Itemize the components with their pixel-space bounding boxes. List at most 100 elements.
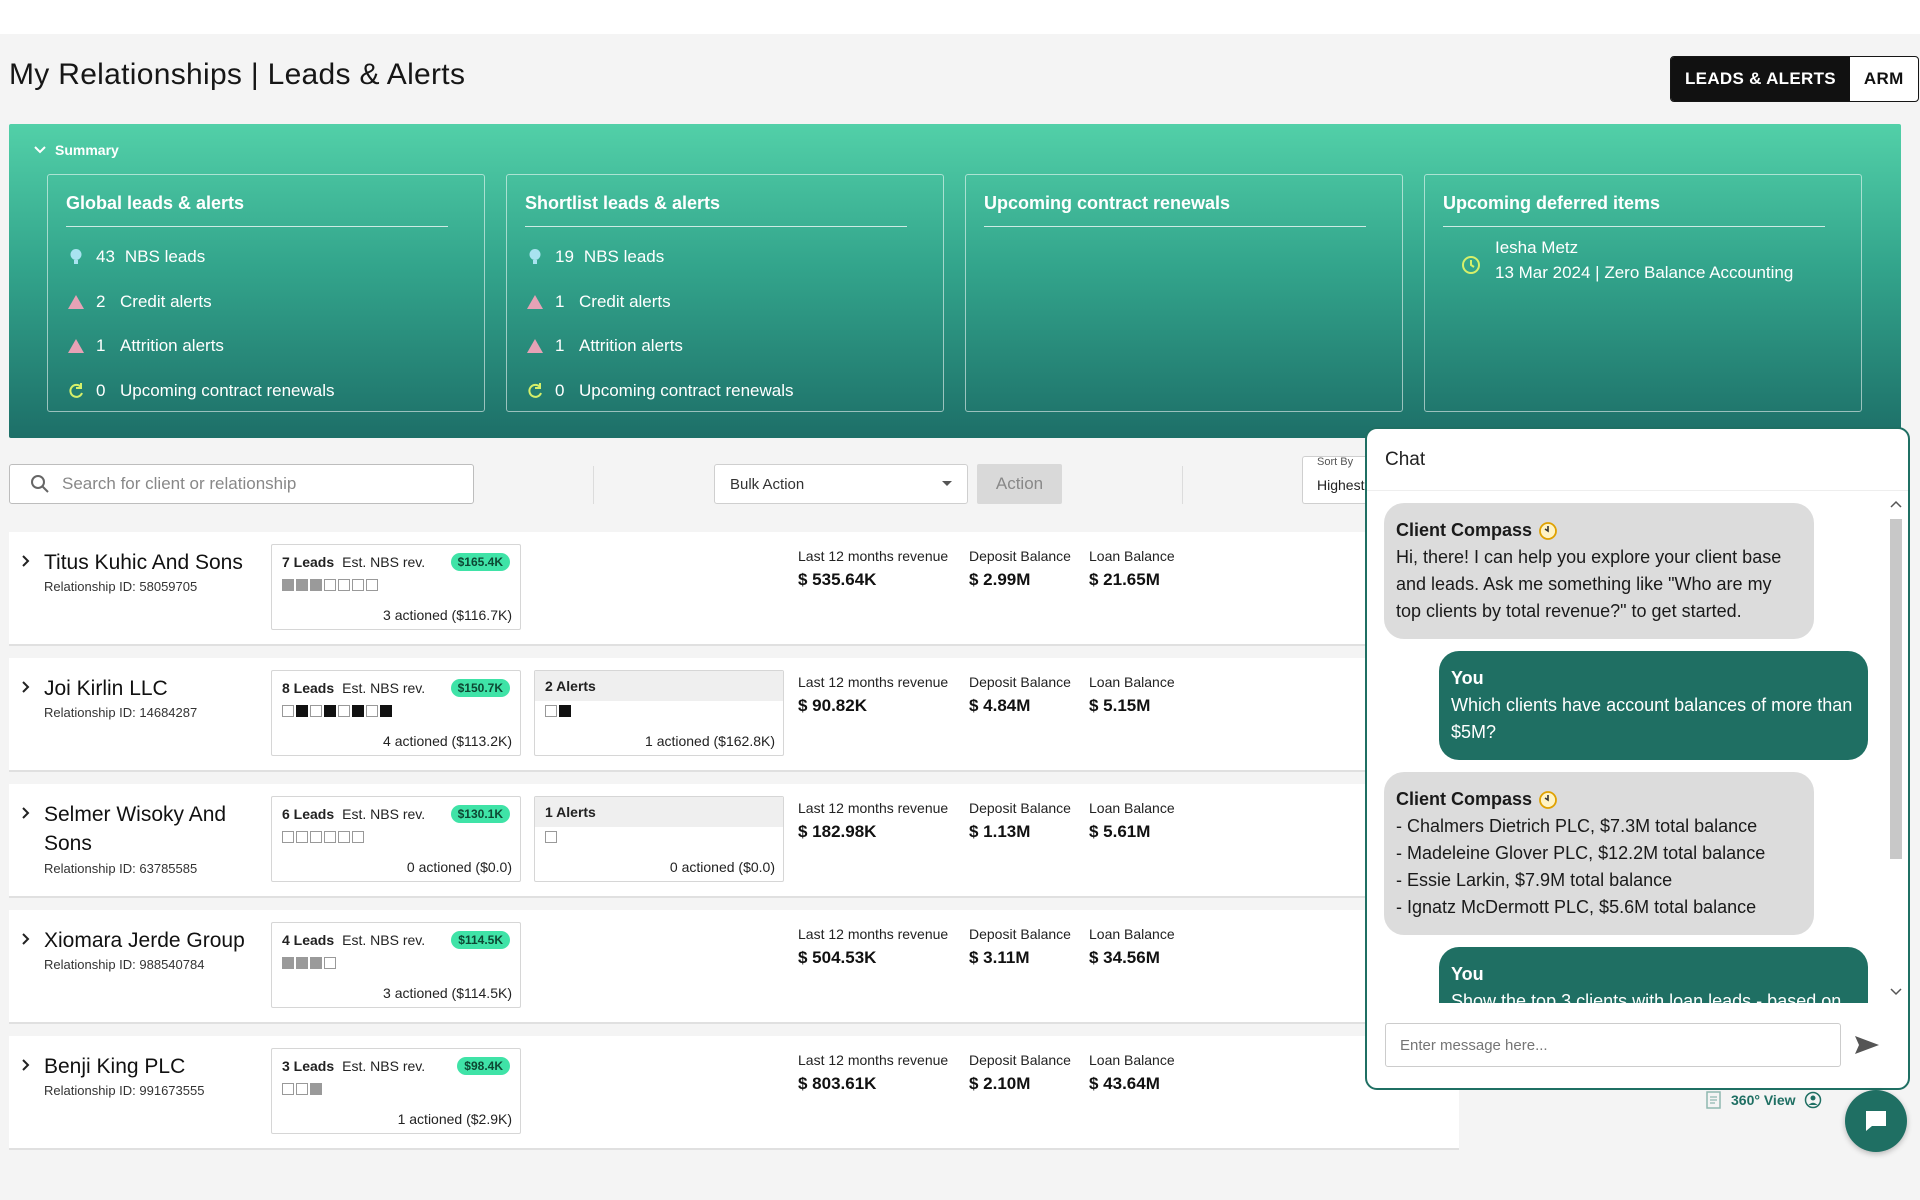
search-box[interactable] bbox=[9, 464, 474, 504]
chevron-right-icon[interactable] bbox=[19, 680, 33, 694]
scroll-down-icon[interactable] bbox=[1890, 987, 1902, 997]
card-row-attrition-alerts[interactable]: 1 Attrition alerts bbox=[525, 324, 925, 369]
status-square bbox=[338, 705, 350, 717]
tab-arm[interactable]: ARM bbox=[1850, 57, 1918, 101]
lightbulb-icon bbox=[525, 248, 545, 266]
relationship-row[interactable]: Joi Kirlin LLC Relationship ID: 14684287… bbox=[9, 658, 1459, 772]
client-name[interactable]: Joi Kirlin LLC bbox=[44, 674, 274, 703]
chevron-right-icon[interactable] bbox=[19, 554, 33, 568]
leads-box[interactable]: 3 Leads Est. NBS rev. $98.4K 1 actioned ($… bbox=[271, 1048, 521, 1134]
est-label: Est. NBS rev. bbox=[342, 932, 426, 948]
relationship-row[interactable]: Selmer Wisoky And Sons Relationship ID: … bbox=[9, 784, 1459, 898]
warning-icon bbox=[525, 294, 545, 310]
row-label: Credit alerts bbox=[120, 291, 212, 311]
chat-message-input[interactable] bbox=[1385, 1023, 1841, 1067]
metric-label: Deposit Balance bbox=[969, 926, 1071, 942]
card-title: Upcoming contract renewals bbox=[984, 193, 1366, 227]
scroll-up-icon[interactable] bbox=[1890, 499, 1902, 509]
metric-value: $ 43.64M bbox=[1089, 1074, 1160, 1093]
status-square bbox=[338, 579, 350, 591]
view-360-link[interactable]: 360° View bbox=[1705, 1090, 1822, 1110]
document-icon[interactable] bbox=[1705, 1090, 1723, 1110]
metric-value: $ 34.56M bbox=[1089, 948, 1160, 967]
relationship-row[interactable]: Titus Kuhic And Sons Relationship ID: 58… bbox=[9, 532, 1459, 646]
sort-by-value: Highest bbox=[1317, 477, 1365, 493]
leads-box[interactable]: 7 Leads Est. NBS rev. $165.4K 3 actioned (… bbox=[271, 544, 521, 630]
count: 43 bbox=[96, 247, 115, 267]
client-name[interactable]: Titus Kuhic And Sons bbox=[44, 548, 274, 577]
action-button[interactable]: Action bbox=[977, 464, 1062, 504]
leads-actioned: 1 actioned ($2.9K) bbox=[397, 1111, 512, 1127]
clock-icon bbox=[1461, 255, 1481, 285]
metric-revenue: Last 12 months revenue $ 504.53K bbox=[798, 926, 948, 968]
leads-box[interactable]: 6 Leads Est. NBS rev. $130.1K 0 actioned (… bbox=[271, 796, 521, 882]
status-square bbox=[282, 705, 294, 717]
card-title: Shortlist leads & alerts bbox=[525, 193, 907, 227]
est-revenue-badge: $114.5K bbox=[451, 931, 510, 949]
leads-box[interactable]: 8 Leads Est. NBS rev. $150.7K 4 actioned (… bbox=[271, 670, 521, 756]
chat-messages[interactable]: Client Compass Hi, there! I can help you… bbox=[1367, 491, 1887, 1003]
deferred-item[interactable]: Iesha Metz 13 Mar 2024 | Zero Balance Ac… bbox=[1443, 235, 1843, 285]
status-square bbox=[338, 831, 350, 843]
card-row-nbs-leads[interactable]: 43 NBS leads bbox=[66, 235, 466, 280]
relationship-row[interactable]: Benji King PLC Relationship ID: 99167355… bbox=[9, 1036, 1459, 1150]
send-icon[interactable] bbox=[1853, 1033, 1881, 1057]
card-row-attrition-alerts[interactable]: 1 Attrition alerts bbox=[66, 324, 466, 369]
status-square bbox=[296, 831, 308, 843]
summary-collapse-toggle[interactable]: Summary bbox=[33, 142, 119, 158]
relationship-id: Relationship ID: 991673555 bbox=[44, 1083, 205, 1098]
card-row-nbs-leads[interactable]: 19 NBS leads bbox=[525, 235, 925, 280]
metric-value: $ 4.84M bbox=[969, 696, 1031, 715]
leads-actioned: 4 actioned ($113.2K) bbox=[383, 733, 512, 749]
relationship-row[interactable]: Xiomara Jerde Group Relationship ID: 988… bbox=[9, 910, 1459, 1024]
alerts-box[interactable]: 2 Alerts 1 actioned ($162.8K) bbox=[534, 670, 784, 756]
chevron-right-icon[interactable] bbox=[19, 1058, 33, 1072]
card-row-contract-renewals[interactable]: 0 Upcoming contract renewals bbox=[66, 369, 466, 414]
message-text: Hi, there! I can help you explore your c… bbox=[1396, 547, 1782, 621]
client-name[interactable]: Benji King PLC bbox=[44, 1052, 274, 1081]
summary-label: Summary bbox=[55, 142, 119, 158]
search-input[interactable] bbox=[62, 474, 442, 494]
metric-deposit: Deposit Balance $ 2.10M bbox=[969, 1052, 1071, 1094]
client-name[interactable]: Xiomara Jerde Group bbox=[44, 926, 274, 955]
metric-loan: Loan Balance $ 5.15M bbox=[1089, 674, 1175, 716]
metric-value: $ 2.10M bbox=[969, 1074, 1031, 1093]
sort-by-label: Sort By bbox=[1317, 456, 1354, 468]
alert-status-squares bbox=[535, 701, 783, 717]
metric-loan: Loan Balance $ 21.65M bbox=[1089, 548, 1175, 590]
view-toggle[interactable]: LEADS & ALERTS ARM bbox=[1670, 56, 1919, 102]
leads-count: 3 Leads bbox=[282, 1058, 335, 1074]
status-square bbox=[310, 1083, 322, 1095]
card-row-contract-renewals[interactable]: 0 Upcoming contract renewals bbox=[525, 369, 925, 414]
card-row-credit-alerts[interactable]: 1 Credit alerts bbox=[525, 280, 925, 325]
chevron-right-icon[interactable] bbox=[19, 806, 33, 820]
metric-label: Deposit Balance bbox=[969, 1052, 1071, 1068]
est-revenue-badge: $130.1K bbox=[450, 805, 510, 823]
message-text: Show the top 3 clients with loan leads -… bbox=[1451, 991, 1842, 1003]
leads-box[interactable]: 4 Leads Est. NBS rev. $114.5K 3 actioned (… bbox=[271, 922, 521, 1008]
sort-by-select[interactable]: Sort By Highest bbox=[1302, 456, 1366, 504]
refresh-icon bbox=[66, 382, 86, 400]
alerts-box[interactable]: 1 Alerts 0 actioned ($0.0) bbox=[534, 796, 784, 882]
status-square bbox=[352, 705, 364, 717]
row-label: Upcoming contract renewals bbox=[120, 380, 335, 400]
status-square bbox=[296, 579, 308, 591]
status-square bbox=[366, 579, 378, 591]
chat-scrollbar[interactable] bbox=[1888, 495, 1904, 1001]
tab-leads-alerts[interactable]: LEADS & ALERTS bbox=[1671, 57, 1850, 101]
chevron-right-icon[interactable] bbox=[19, 932, 33, 946]
chat-fab-button[interactable] bbox=[1845, 1090, 1907, 1152]
page-title: My Relationships | Leads & Alerts bbox=[9, 58, 466, 91]
est-revenue-badge: $165.4K bbox=[450, 553, 510, 571]
chat-title: Chat bbox=[1367, 429, 1908, 491]
scrollbar-thumb[interactable] bbox=[1890, 519, 1902, 859]
view-360-label[interactable]: 360° View bbox=[1731, 1092, 1796, 1108]
metric-revenue: Last 12 months revenue $ 90.82K bbox=[798, 674, 948, 716]
bulk-action-select[interactable]: Bulk Action bbox=[714, 464, 968, 504]
client-name[interactable]: Selmer Wisoky And Sons bbox=[44, 800, 274, 858]
leads-count: 4 Leads bbox=[282, 932, 335, 948]
status-square bbox=[324, 831, 336, 843]
deferred-detail: 13 Mar 2024 | Zero Balance Accounting bbox=[1495, 263, 1794, 282]
row-label: Credit alerts bbox=[579, 291, 671, 311]
card-row-credit-alerts[interactable]: 2 Credit alerts bbox=[66, 280, 466, 325]
